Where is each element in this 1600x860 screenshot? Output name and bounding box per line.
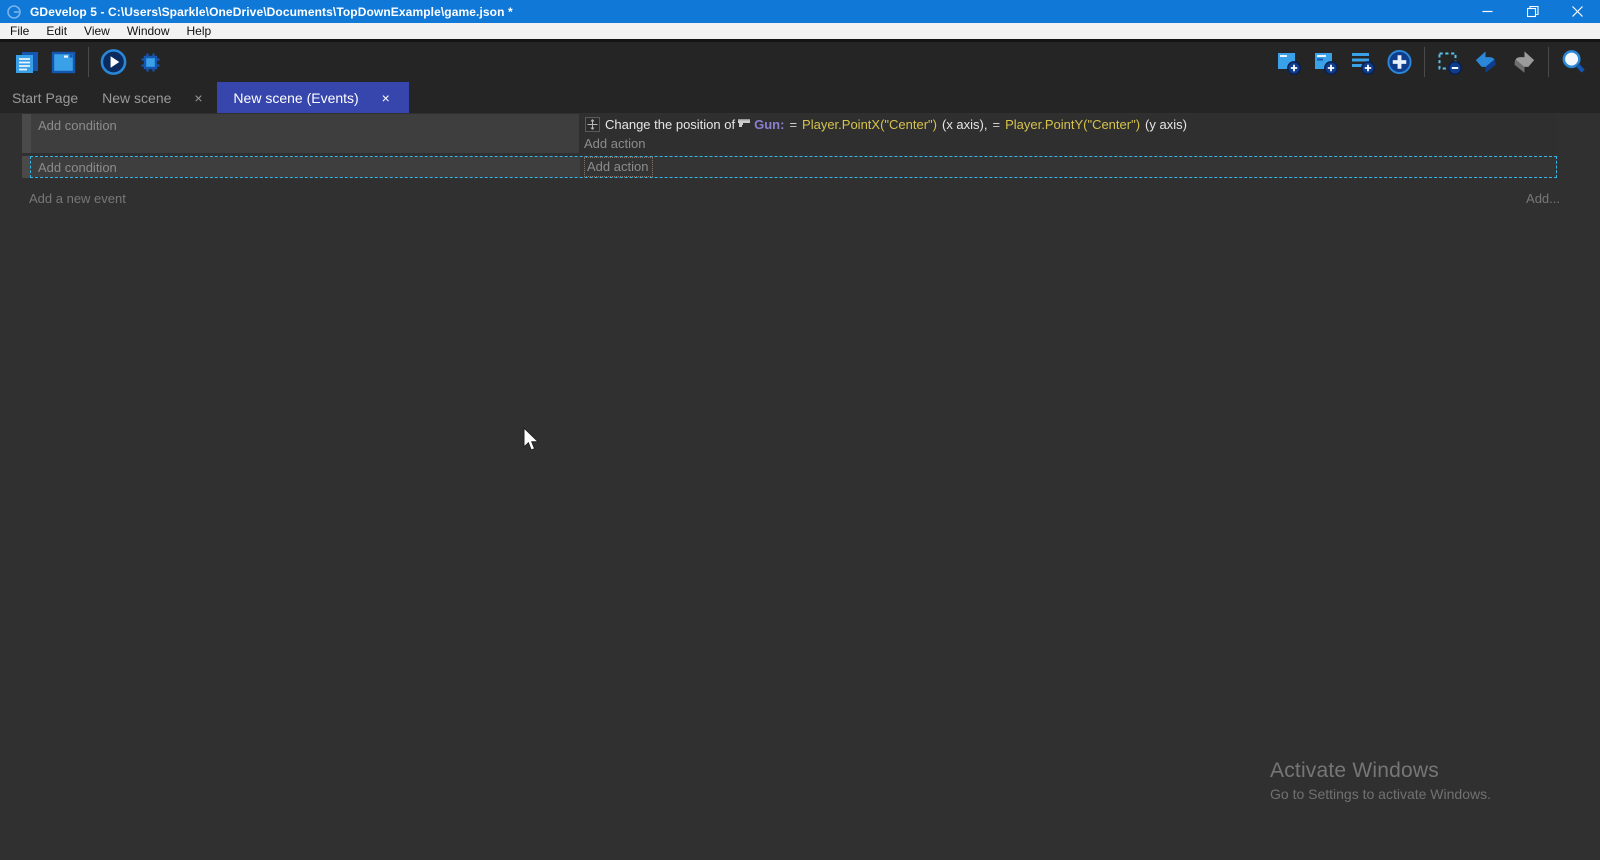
window-controls [1465,0,1600,23]
operator: = [992,117,1000,132]
minimize-button[interactable] [1465,0,1510,23]
tab-bar: Start Page New scene × New scene (Events… [0,82,1600,113]
undo-icon[interactable] [1473,49,1500,76]
events-sheet: Add condition Change the position of Gun… [0,113,1600,206]
event-row-selected: Add condition Add action [22,156,1600,178]
toolbar-separator [1424,47,1425,77]
add-subevent-icon[interactable] [1312,49,1339,76]
tab-new-scene-events[interactable]: New scene (Events) × [217,82,408,113]
close-tab-icon[interactable]: × [377,90,395,106]
menu-window[interactable]: Window [125,24,172,38]
action-change-position[interactable]: Change the position of Gun: = Player.Poi… [584,114,1557,134]
menu-edit[interactable]: Edit [44,24,69,38]
scene-editor-icon[interactable] [50,49,77,76]
add-more-link[interactable]: Add... [1526,191,1560,206]
position-action-icon [585,117,600,132]
add-comment-icon[interactable] [1349,49,1376,76]
search-icon[interactable] [1560,49,1587,76]
add-condition-link[interactable]: Add condition [38,160,117,175]
restore-button[interactable] [1510,0,1555,23]
gdevelop-window: GDevelop 5 - C:\Users\Sparkle\OneDrive\D… [0,0,1600,860]
expression-y: Player.PointY("Center") [1005,117,1140,132]
tab-label: New scene [100,90,173,106]
event-drag-handle[interactable] [22,156,30,178]
action-text: Change the position of [605,117,735,132]
close-button[interactable] [1555,0,1600,23]
events-footer: Add a new event Add... [29,191,1560,206]
watermark-subtitle: Go to Settings to activate Windows. [1270,786,1491,802]
title-bar: GDevelop 5 - C:\Users\Sparkle\OneDrive\D… [0,0,1600,23]
window-title: GDevelop 5 - C:\Users\Sparkle\OneDrive\D… [30,5,513,19]
debugger-icon[interactable] [137,49,164,76]
menu-view[interactable]: View [82,24,112,38]
play-button-icon[interactable] [100,49,127,76]
delete-event-icon[interactable] [1436,49,1463,76]
gun-object-icon [737,119,751,130]
watermark-title: Activate Windows [1270,759,1491,783]
close-tab-icon[interactable]: × [189,90,207,106]
selected-event-outline[interactable]: Add condition Add action [30,156,1557,178]
gdevelop-logo-icon [6,4,22,20]
menu-bar: File Edit View Window Help [0,23,1600,42]
action-text: (y axis) [1145,117,1187,132]
expression-x: Player.PointX("Center") [802,117,937,132]
choose-add-event-icon[interactable] [1386,49,1413,76]
object-name: Gun: [754,117,784,132]
add-event-icon[interactable] [1275,49,1302,76]
event-drag-handle[interactable] [22,114,31,153]
event-row: Add condition Change the position of Gun… [22,114,1557,153]
toolbar-separator [88,47,89,77]
activate-windows-watermark: Activate Windows Go to Settings to activ… [1270,759,1491,802]
project-manager-icon[interactable] [13,49,40,76]
operator: = [789,117,797,132]
redo-icon[interactable] [1510,49,1537,76]
actions-column: Add action [580,157,1556,177]
menu-file[interactable]: File [8,24,31,38]
conditions-column[interactable]: Add condition [31,114,579,153]
add-condition-link[interactable]: Add condition [38,118,117,133]
actions-column: Change the position of Gun: = Player.Poi… [579,114,1557,153]
add-action-link[interactable]: Add action [584,134,1557,153]
toolbar-separator [1548,47,1549,77]
action-text: (x axis), [942,117,988,132]
tab-start-page[interactable]: Start Page [0,82,90,113]
conditions-column[interactable]: Add condition [31,157,580,177]
toolbar [0,42,1600,82]
add-action-link[interactable]: Add action [584,157,653,177]
add-new-event-link[interactable]: Add a new event [29,191,126,206]
menu-help[interactable]: Help [185,24,214,38]
tab-new-scene[interactable]: New scene × [90,82,217,113]
tab-label: Start Page [10,90,80,106]
mouse-cursor [523,427,541,458]
tab-label: New scene (Events) [231,90,360,106]
